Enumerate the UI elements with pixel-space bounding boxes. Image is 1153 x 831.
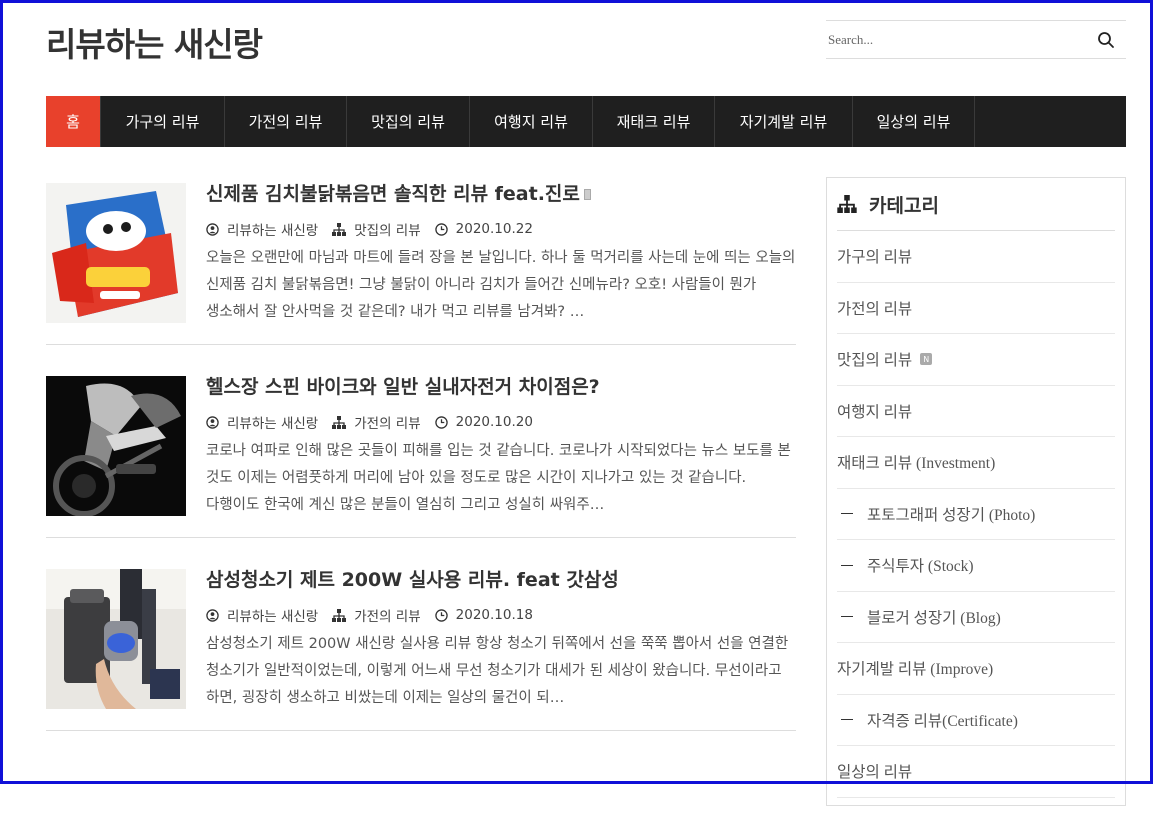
post-excerpt: 오늘은 오랜만에 마님과 마트에 들려 장을 본 날입니다. 하나 둘 먹거리를… bbox=[206, 250, 796, 320]
category-label: 포토그래퍼 성장기 (Photo) bbox=[867, 506, 1036, 524]
post-title-text: 헬스장 스핀 바이크와 일반 실내자전거 차이점은? bbox=[206, 376, 600, 398]
user-icon bbox=[206, 222, 219, 236]
nav-daily-review[interactable]: 일상의 리뷰 bbox=[853, 96, 975, 147]
subcategory-item[interactable]: 블로거 성장기 (Blog) bbox=[837, 592, 1115, 643]
nav-investment-review[interactable]: 재태크 리뷰 bbox=[593, 96, 715, 147]
category-label: 여행지 리뷰 bbox=[837, 403, 913, 421]
category-label: 블로거 성장기 (Blog) bbox=[867, 609, 1001, 627]
category-label: 가전의 리뷰 bbox=[354, 416, 421, 432]
sitemap-icon bbox=[837, 195, 857, 213]
category-item[interactable]: 재태크 리뷰 (Investment) bbox=[837, 437, 1115, 489]
sidebar-title: 카테고리 bbox=[869, 194, 939, 217]
post-author[interactable]: 리뷰하는 새신랑 bbox=[206, 605, 318, 625]
category-item[interactable]: 가전의 리뷰 bbox=[837, 283, 1115, 334]
nav-label: 가구의 리뷰 bbox=[125, 113, 200, 131]
post-thumbnail[interactable] bbox=[46, 376, 186, 516]
nav-appliance-review[interactable]: 가전의 리뷰 bbox=[225, 96, 347, 147]
sidebar-header: 카테고리 bbox=[837, 178, 1115, 231]
search-box bbox=[826, 20, 1126, 59]
post-item: 헬스장 스핀 바이크와 일반 실내자전거 차이점은? 리뷰하는 새신랑 가전의 … bbox=[46, 370, 796, 538]
category-item[interactable]: 가구의 리뷰 bbox=[837, 231, 1115, 283]
category-item[interactable]: 맛집의 리뷰 N bbox=[837, 334, 1115, 386]
post-category[interactable]: 가전의 리뷰 bbox=[332, 412, 421, 432]
dash-icon bbox=[841, 513, 853, 515]
post-meta: 리뷰하는 새신랑 가전의 리뷰 2020.10.18 bbox=[206, 605, 547, 625]
nav-label: 맛집의 리뷰 bbox=[371, 113, 445, 131]
category-label: 재태크 리뷰 (Investment) bbox=[837, 455, 996, 473]
nav-travel-review[interactable]: 여행지 리뷰 bbox=[470, 96, 593, 147]
user-icon bbox=[206, 608, 219, 622]
post-author[interactable]: 리뷰하는 새신랑 bbox=[206, 412, 318, 432]
nav-label: 일상의 리뷰 bbox=[876, 113, 951, 131]
category-label: 주식투자 (Stock) bbox=[867, 558, 974, 576]
clock-icon bbox=[434, 415, 448, 429]
post-date: 2020.10.20 bbox=[434, 414, 533, 430]
site-title[interactable]: 리뷰하는 새신랑 bbox=[46, 18, 263, 66]
post-excerpt: 코로나 여파로 인해 많은 곳들이 피해를 입는 것 같습니다. 코로나가 시작… bbox=[206, 443, 791, 513]
search-icon[interactable] bbox=[1096, 30, 1116, 50]
nav-home[interactable]: 홈 bbox=[46, 96, 101, 147]
category-label: 맛집의 리뷰 bbox=[837, 352, 913, 370]
post-meta: 리뷰하는 새신랑 가전의 리뷰 2020.10.20 bbox=[206, 412, 547, 432]
post-category[interactable]: 맛집의 리뷰 bbox=[332, 219, 421, 239]
category-label: 가전의 리뷰 bbox=[354, 609, 421, 625]
new-mark-icon bbox=[583, 189, 591, 200]
author-label: 리뷰하는 새신랑 bbox=[227, 416, 319, 432]
category-label: 맛집의 리뷰 bbox=[354, 223, 421, 239]
nav-label: 가전의 리뷰 bbox=[248, 113, 323, 131]
post-item: 삼성청소기 제트 200W 실사용 리뷰. feat 갓삼성 리뷰하는 새신랑 … bbox=[46, 563, 796, 731]
post-thumbnail[interactable] bbox=[46, 183, 186, 323]
author-label: 리뷰하는 새신랑 bbox=[227, 223, 319, 239]
post-title[interactable]: 헬스장 스핀 바이크와 일반 실내자전거 차이점은? bbox=[206, 372, 600, 399]
clock-icon bbox=[434, 222, 448, 236]
dash-icon bbox=[841, 719, 853, 721]
subcategory-item[interactable]: 자격증 리뷰(Certificate) bbox=[837, 695, 1115, 746]
category-label: 일상의 리뷰 bbox=[837, 764, 913, 782]
subcategory-item[interactable]: 포토그래퍼 성장기 (Photo) bbox=[837, 489, 1115, 540]
date-label: 2020.10.20 bbox=[455, 414, 533, 430]
dash-icon bbox=[841, 564, 853, 566]
nav-label: 여행지 리뷰 bbox=[494, 113, 568, 131]
post-title-text: 신제품 김치불닭볶음면 솔직한 리뷰 feat.진로 bbox=[206, 183, 580, 205]
post-category[interactable]: 가전의 리뷰 bbox=[332, 605, 421, 625]
user-icon bbox=[206, 415, 219, 429]
date-label: 2020.10.18 bbox=[455, 607, 533, 623]
category-label: 가전의 리뷰 bbox=[837, 300, 913, 318]
category-label: 가구의 리뷰 bbox=[837, 249, 913, 267]
subcategory-item[interactable]: 주식투자 (Stock) bbox=[837, 540, 1115, 592]
category-sidebar: 카테고리 가구의 리뷰 가전의 리뷰 맛집의 리뷰 N 여행지 리뷰 재태크 리뷰… bbox=[826, 177, 1126, 806]
sitemap-icon bbox=[332, 222, 347, 236]
search-input[interactable] bbox=[828, 29, 1078, 51]
nav-improve-review[interactable]: 자기계발 리뷰 bbox=[715, 96, 853, 147]
post-date: 2020.10.22 bbox=[434, 221, 533, 237]
category-list: 가구의 리뷰 가전의 리뷰 맛집의 리뷰 N 여행지 리뷰 재태크 리뷰 (Inv… bbox=[837, 231, 1115, 798]
post-date: 2020.10.18 bbox=[434, 607, 533, 623]
nav-label: 재태크 리뷰 bbox=[616, 113, 691, 131]
sitemap-icon bbox=[332, 415, 347, 429]
post-author[interactable]: 리뷰하는 새신랑 bbox=[206, 219, 318, 239]
category-item[interactable]: 일상의 리뷰 bbox=[837, 746, 1115, 798]
nav-restaurant-review[interactable]: 맛집의 리뷰 bbox=[347, 96, 470, 147]
category-item[interactable]: 여행지 리뷰 bbox=[837, 386, 1115, 437]
clock-icon bbox=[434, 608, 448, 622]
dash-icon bbox=[841, 616, 853, 618]
main-nav: 홈 가구의 리뷰 가전의 리뷰 맛집의 리뷰 여행지 리뷰 재태크 리뷰 자기계… bbox=[46, 96, 1126, 147]
nav-label: 자기계발 리뷰 bbox=[739, 113, 828, 131]
new-badge: N bbox=[920, 353, 933, 366]
author-label: 리뷰하는 새신랑 bbox=[227, 609, 319, 625]
post-title-text: 삼성청소기 제트 200W 실사용 리뷰. feat 갓삼성 bbox=[206, 569, 619, 591]
category-label: 자격증 리뷰(Certificate) bbox=[867, 712, 1018, 730]
category-item[interactable]: 자기계발 리뷰 (Improve) bbox=[837, 643, 1115, 695]
post-item: 신제품 김치불닭볶음면 솔직한 리뷰 feat.진로 리뷰하는 새신랑 맛집의 … bbox=[46, 177, 796, 345]
category-label: 자기계발 리뷰 (Improve) bbox=[837, 661, 994, 679]
post-thumbnail[interactable] bbox=[46, 569, 186, 709]
nav-label: 홈 bbox=[66, 113, 80, 131]
post-title[interactable]: 삼성청소기 제트 200W 실사용 리뷰. feat 갓삼성 bbox=[206, 565, 619, 592]
date-label: 2020.10.22 bbox=[455, 221, 533, 237]
nav-furniture-review[interactable]: 가구의 리뷰 bbox=[101, 96, 225, 147]
post-title[interactable]: 신제품 김치불닭볶음면 솔직한 리뷰 feat.진로 bbox=[206, 179, 591, 206]
post-meta: 리뷰하는 새신랑 맛집의 리뷰 2020.10.22 bbox=[206, 219, 547, 239]
post-excerpt: 삼성청소기 제트 200W 새신랑 실사용 리뷰 항상 청소기 뒤쪽에서 선을 … bbox=[206, 636, 789, 706]
sitemap-icon bbox=[332, 608, 347, 622]
